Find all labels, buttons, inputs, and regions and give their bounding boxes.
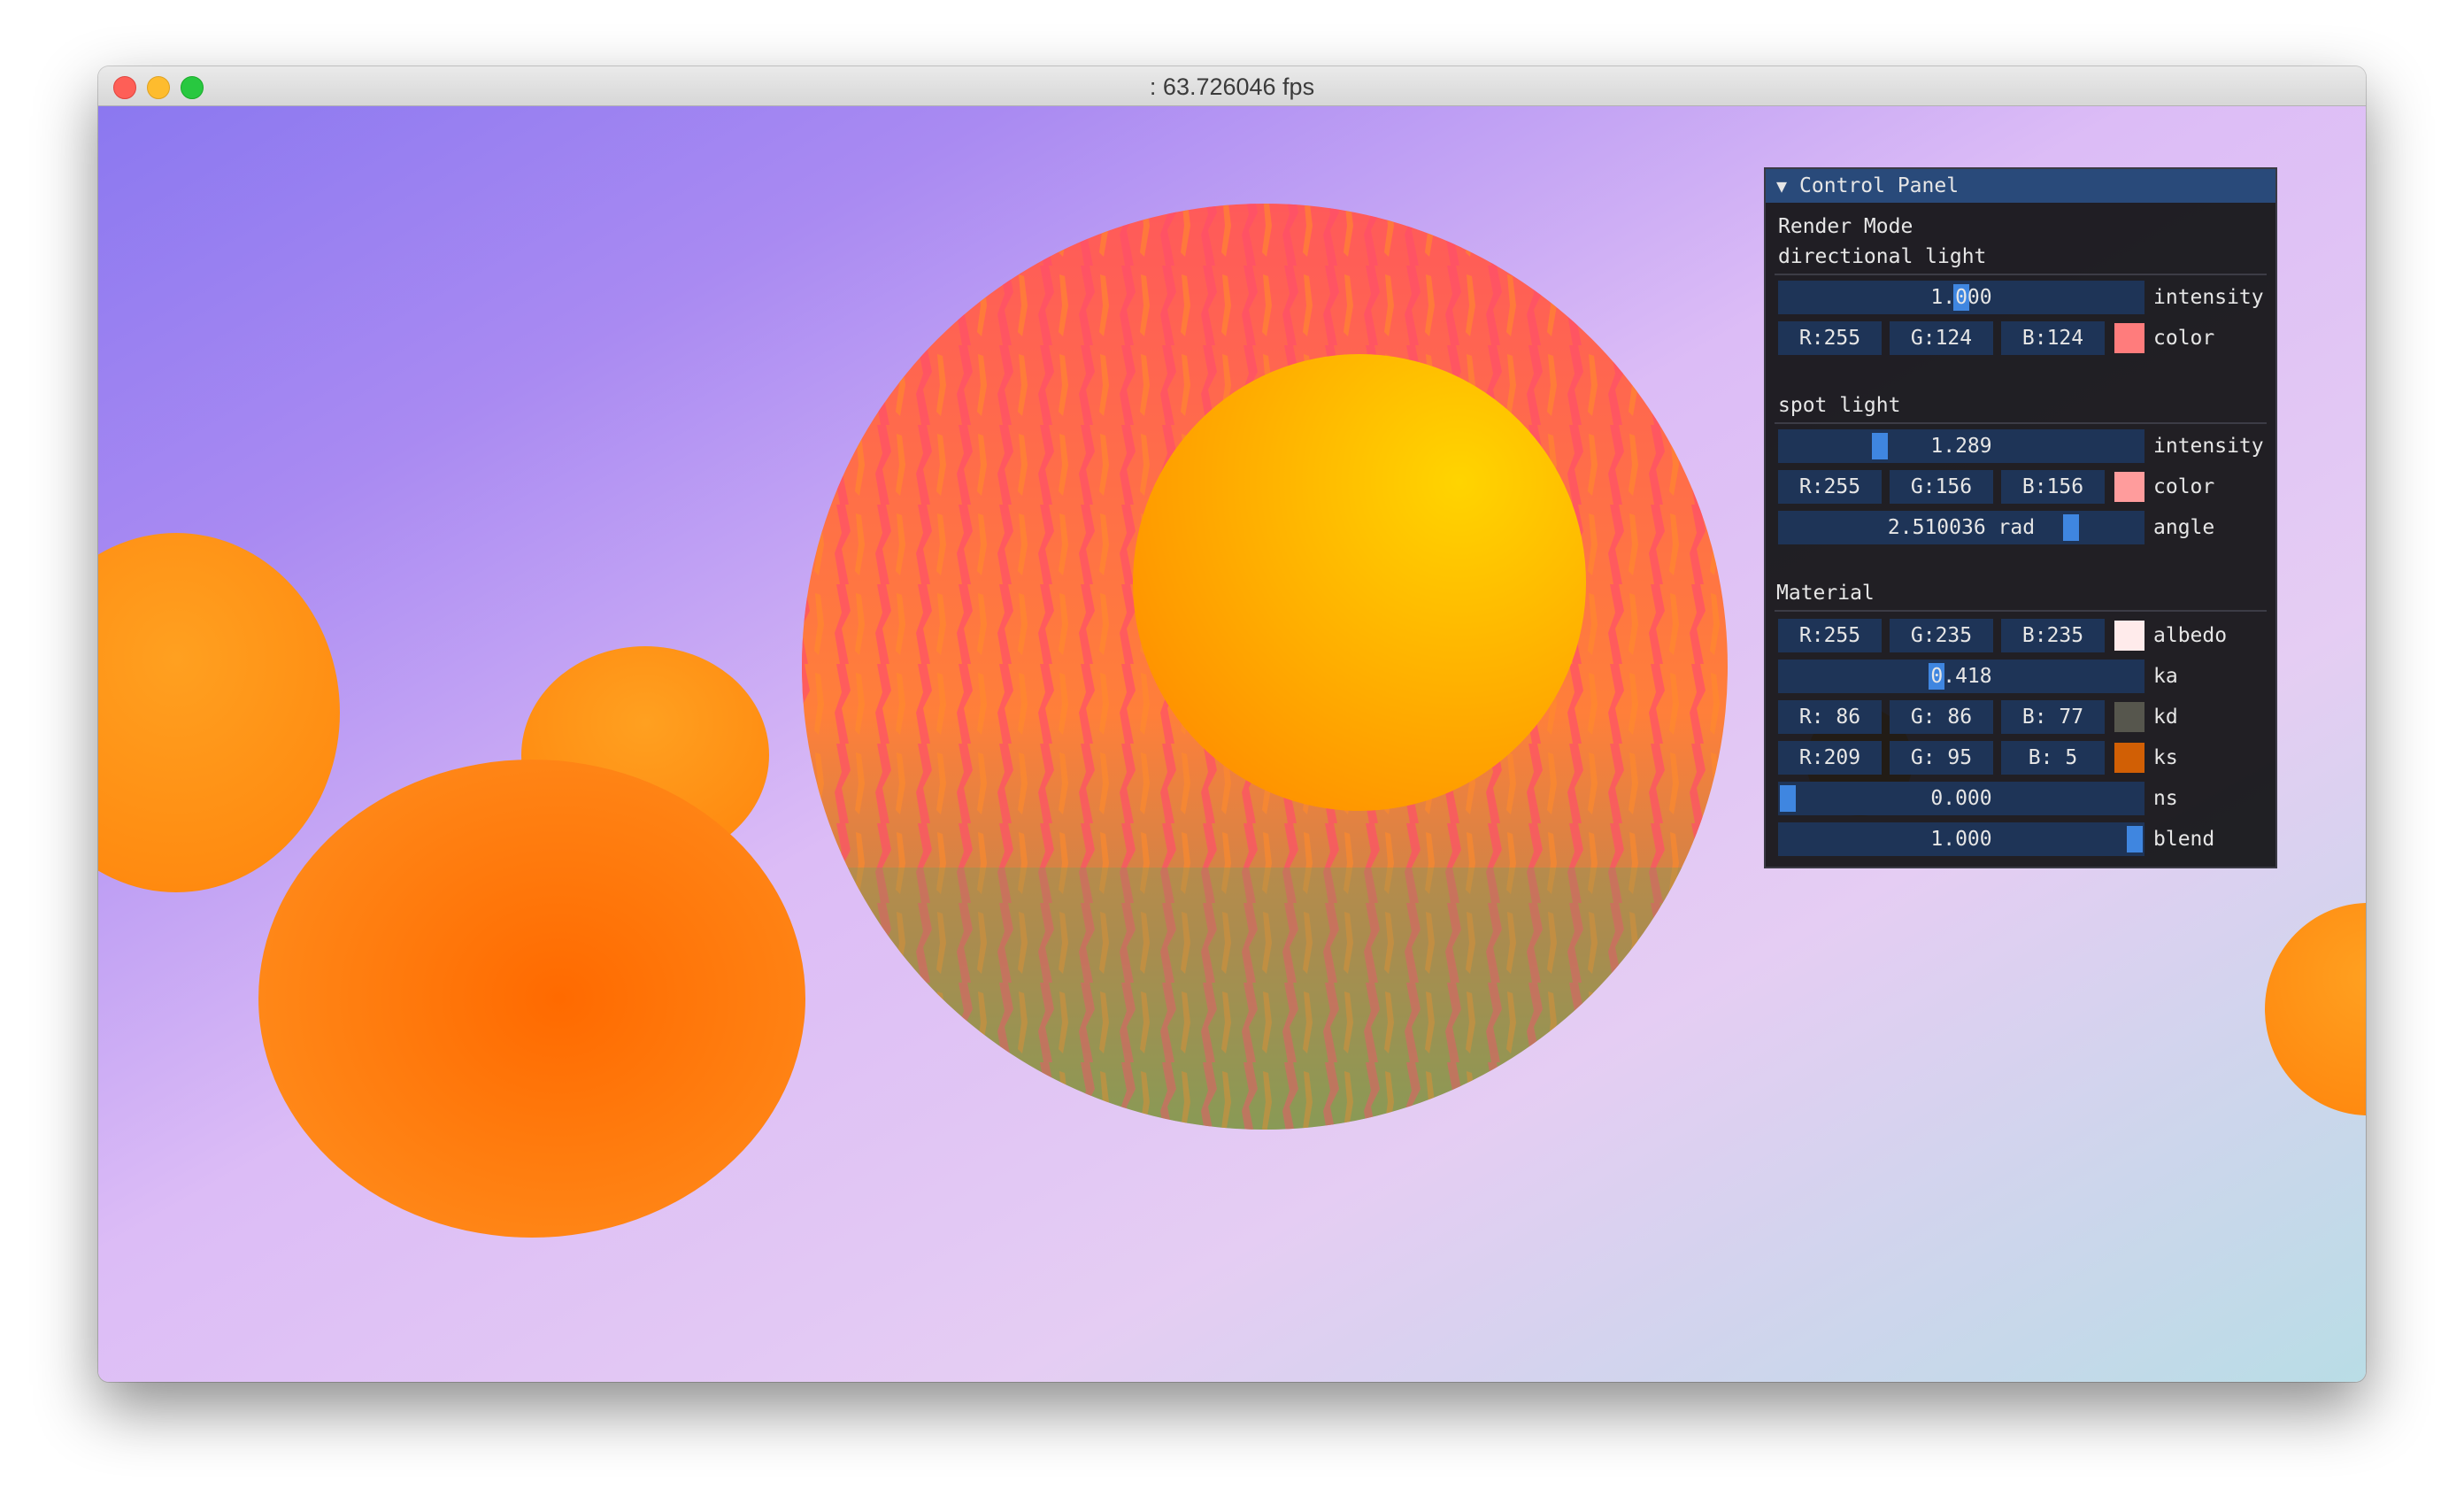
divider (1775, 422, 2267, 424)
render-mode-label: Render Mode (1778, 215, 1913, 238)
kd-g[interactable]: G: 86 (1890, 700, 1993, 734)
spot-light-heading: spot light (1778, 394, 1901, 417)
ka-value: 0.418 (1930, 665, 1992, 688)
ks-g[interactable]: G: 95 (1890, 741, 1993, 775)
directional-color-b[interactable]: B:124 (2001, 321, 2105, 355)
albedo-label: albedo (2153, 624, 2228, 647)
ks-r[interactable]: R:209 (1778, 741, 1882, 775)
kd-r[interactable]: R: 86 (1778, 700, 1882, 734)
ns-value: 0.000 (1930, 787, 1992, 810)
divider (1775, 610, 2267, 612)
directional-intensity-value: 1.000 (1930, 286, 1992, 309)
kd-b[interactable]: B: 77 (2001, 700, 2105, 734)
albedo-b[interactable]: B:235 (2001, 619, 2105, 652)
spot-angle-value: 2.510036 rad (1887, 516, 2036, 539)
divider (1775, 274, 2267, 275)
render-viewport[interactable]: ▼ Control Panel Render Mode directional … (98, 106, 2366, 1382)
window-title: : 63.726046 fps (1149, 73, 1315, 100)
spot-intensity-value: 1.289 (1930, 435, 1992, 458)
albedo-swatch[interactable] (2114, 621, 2144, 651)
title-bar[interactable]: : 63.726046 fps (98, 66, 2366, 106)
ka-slider[interactable]: 0.418 (1778, 660, 2144, 693)
albedo-r[interactable]: R:255 (1778, 619, 1882, 652)
spot-color-g[interactable]: G:156 (1890, 470, 1993, 504)
ns-label: ns (2153, 787, 2178, 810)
spot-color-label: color (2153, 475, 2215, 498)
control-panel-header[interactable]: ▼ Control Panel (1766, 169, 2275, 203)
ka-label: ka (2153, 665, 2178, 688)
spot-color-r[interactable]: R:255 (1778, 470, 1882, 504)
directional-intensity-slider[interactable]: 1.000 (1778, 281, 2144, 314)
control-panel: ▼ Control Panel Render Mode directional … (1764, 167, 2277, 868)
directional-color-swatch[interactable] (2114, 323, 2144, 353)
ks-label: ks (2153, 746, 2178, 769)
ks-b[interactable]: B: 5 (2001, 741, 2105, 775)
directional-color-label: color (2153, 327, 2215, 350)
triangle-down-icon[interactable]: ▼ (1776, 175, 1787, 197)
slider-grab[interactable] (1780, 785, 1796, 812)
spot-angle-slider[interactable]: 2.510036 rad (1778, 511, 2144, 544)
spot-intensity-slider[interactable]: 1.289 (1778, 429, 2144, 463)
blend-label: blend (2153, 828, 2215, 851)
sphere-golden (1133, 354, 1586, 811)
sphere-large-orange (258, 760, 805, 1238)
directional-color-r[interactable]: R:255 (1778, 321, 1882, 355)
slider-grab[interactable] (2127, 826, 2143, 852)
spot-angle-label: angle (2153, 516, 2215, 539)
material-heading: Material (1776, 582, 1875, 605)
kd-swatch[interactable] (2114, 702, 2144, 732)
slider-grab[interactable] (2063, 514, 2079, 541)
spot-color-swatch[interactable] (2114, 472, 2144, 502)
blend-value: 1.000 (1930, 828, 1992, 851)
directional-intensity-label: intensity (2153, 286, 2264, 309)
spot-color-b[interactable]: B:156 (2001, 470, 2105, 504)
ks-swatch[interactable] (2114, 743, 2144, 773)
spot-intensity-label: intensity (2153, 435, 2264, 458)
ns-slider[interactable]: 0.000 (1778, 782, 2144, 815)
directional-light-heading: directional light (1778, 245, 1987, 268)
albedo-g[interactable]: G:235 (1890, 619, 1993, 652)
kd-label: kd (2153, 706, 2178, 729)
blend-slider[interactable]: 1.000 (1778, 822, 2144, 856)
directional-color-g[interactable]: G:124 (1890, 321, 1993, 355)
app-window: : 63.726046 fps ▼ Control Panel Render M… (98, 66, 2366, 1382)
control-panel-title: Control Panel (1799, 174, 1960, 197)
slider-grab[interactable] (1872, 433, 1888, 459)
